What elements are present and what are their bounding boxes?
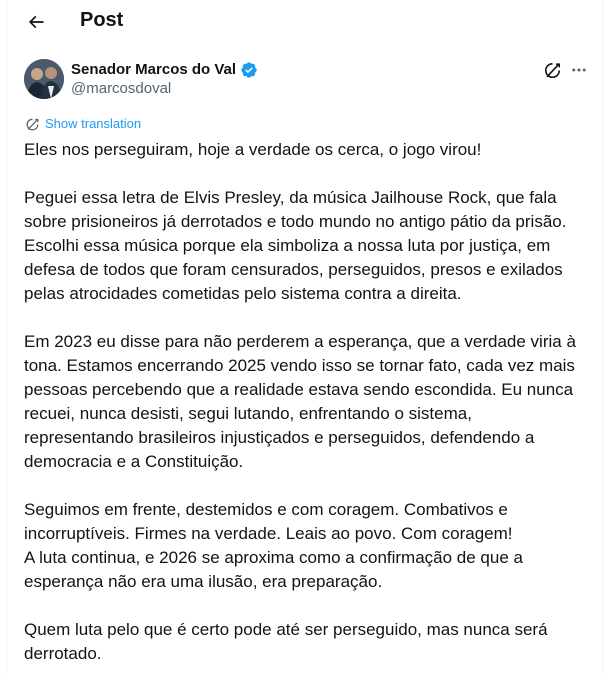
grok-button[interactable] [541, 59, 563, 81]
back-button[interactable] [19, 5, 53, 39]
post-detail-frame: Post Senador Marcos do Val @marcosdoval [6, 0, 603, 673]
more-horizontal-icon [572, 68, 586, 72]
post-line: Em 2023 eu disse para não perderem a esp… [24, 332, 576, 351]
post-line: pelas atrocidades cometidas pelo sistema… [24, 284, 462, 303]
post-line: defesa de todos que foram censurados, pe… [24, 260, 563, 279]
page-title: Post [80, 9, 124, 31]
author-name[interactable]: Senador Marcos do Val [71, 61, 258, 79]
arrow-left-icon [28, 15, 44, 29]
post-line: Eles nos perseguiram, hoje a verdade os … [24, 140, 482, 159]
post-line: Quem luta pelo que é certo pode até ser … [24, 620, 548, 639]
show-translation-label: Show translation [45, 116, 142, 131]
post-line: Escolhi essa música porque ela simboliza… [24, 236, 551, 255]
translate-icon [26, 118, 39, 130]
grok-icon [544, 62, 560, 78]
post-line: tona. Estamos encerrando 2025 vendo isso… [24, 356, 575, 375]
post-line: sobre prisioneiros já derrotados e todo … [24, 212, 567, 231]
post-line: democracia e a Constituição. [24, 452, 244, 471]
avatar[interactable] [24, 59, 64, 99]
post-line: pessoas percebendo que a realidade estav… [24, 380, 574, 399]
author-handle[interactable]: @marcosdoval [71, 80, 171, 98]
author-name-text: Senador Marcos do Val [71, 61, 237, 78]
post-line: Seguimos em frente, destemidos e com cor… [24, 500, 508, 519]
post-line: esperança não era uma ilusão, era prepar… [24, 572, 383, 591]
post-text: Eles nos perseguiram, hoje a verdade os … [24, 138, 592, 666]
verified-badge-icon [241, 62, 257, 78]
page-header: Post [7, 0, 602, 42]
post-line: A luta continua, e 2026 se aproxima como… [24, 548, 523, 567]
post-line: representando brasileiros injustiçados e… [24, 428, 535, 447]
post-line: incorruptíveis. Firmes na verdade. Leais… [24, 524, 513, 543]
post-line: Peguei essa letra de Elvis Presley, da m… [24, 188, 557, 207]
show-translation-link[interactable]: Show translation [25, 116, 141, 132]
avatar-image [24, 59, 64, 99]
post-line: recuei, nunca desisti, segui lutando, en… [24, 404, 472, 423]
more-button[interactable] [568, 59, 590, 81]
post-line: derrotado. [24, 644, 102, 663]
